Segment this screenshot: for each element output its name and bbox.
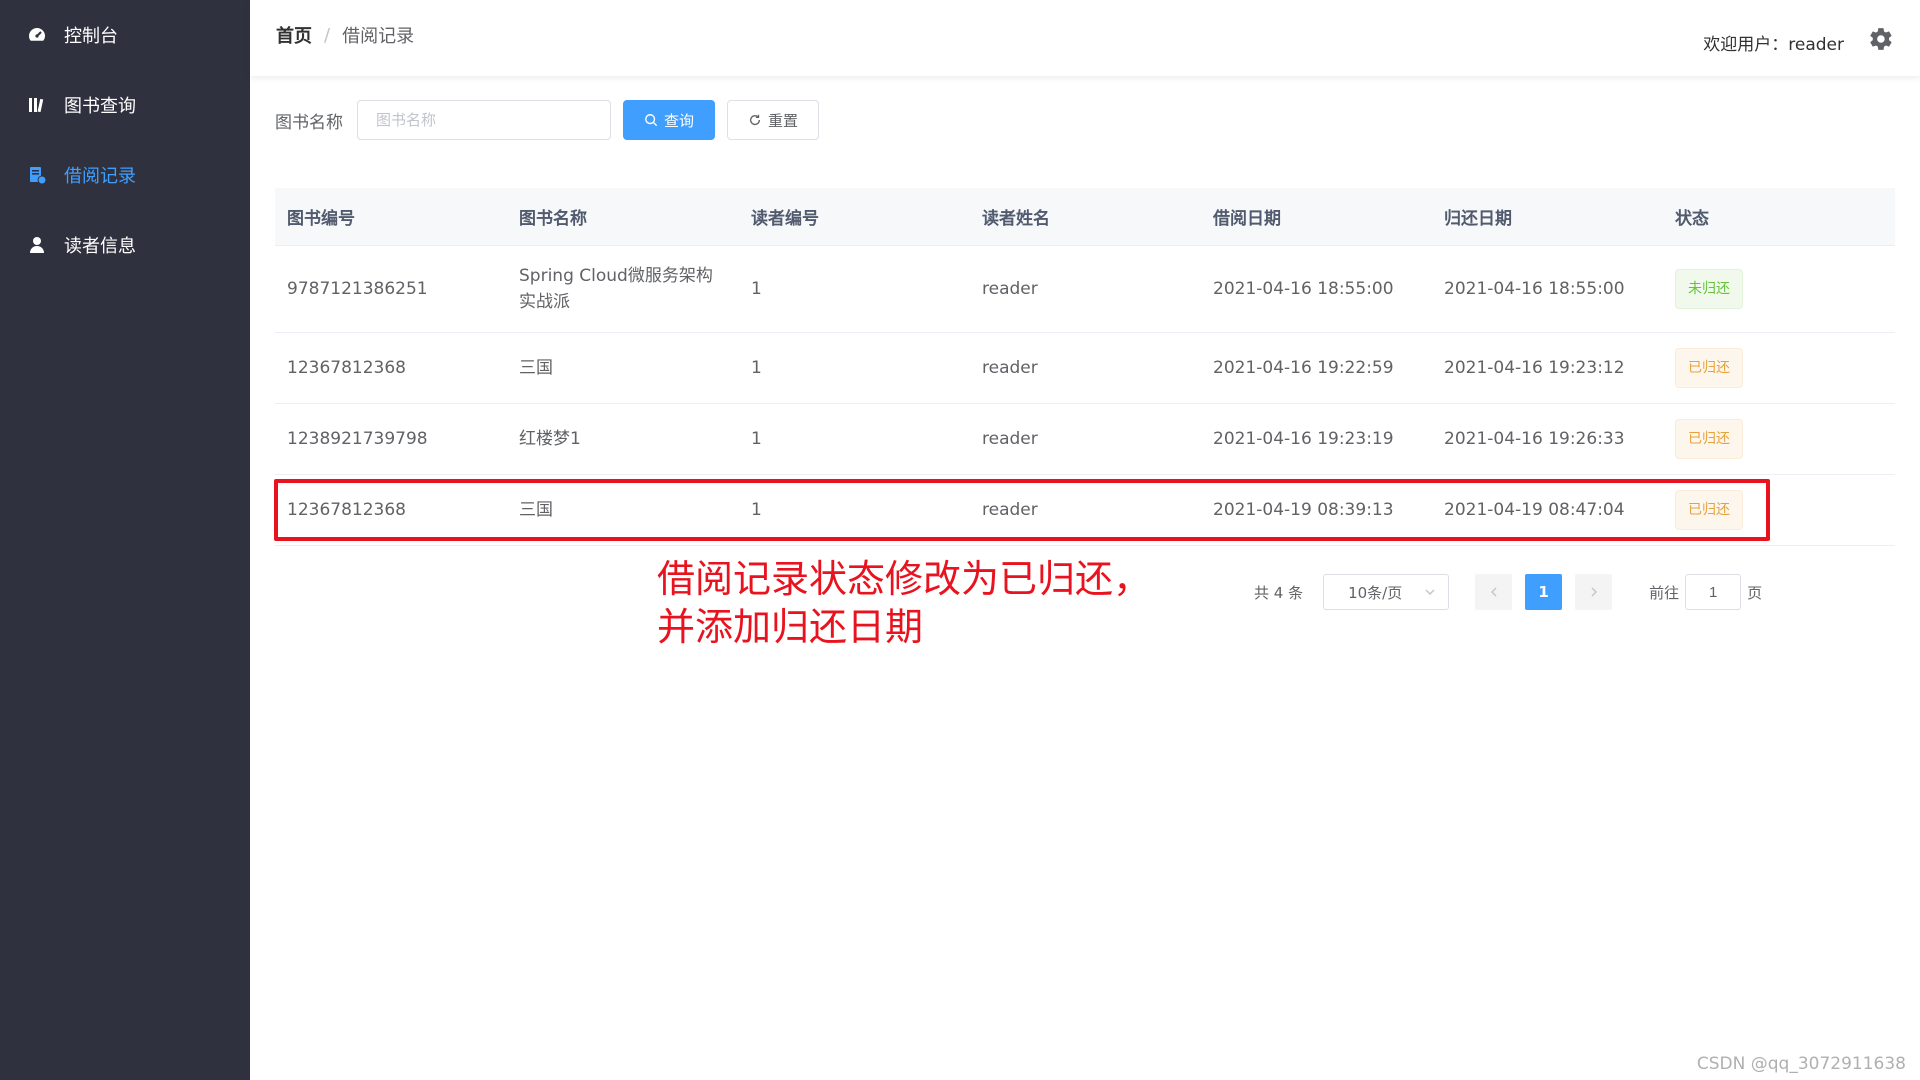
return-date-cell: 2021-04-16 18:55:00 (1444, 279, 1625, 299)
breadcrumb: 首页 / 借阅记录 (276, 22, 414, 48)
query-button-label: 查询 (663, 111, 694, 130)
top-header: 首页 / 借阅记录 欢迎用户：reader (250, 0, 1920, 76)
table-row: 12367812368 三国 1 reader 2021-04-16 19:22… (275, 333, 1895, 404)
total-count: 共 4 条 (1254, 583, 1304, 602)
book-id-cell: 12367812368 (287, 358, 406, 378)
column-header: 图书编号 (287, 209, 355, 229)
sidebar-item-label: 读者信息 (64, 236, 136, 257)
column-header: 读者编号 (751, 209, 819, 229)
sidebar-item-label: 控制台 (64, 26, 118, 47)
reader-id-cell: 1 (751, 358, 762, 378)
borrow-date-cell: 2021-04-16 19:22:59 (1213, 358, 1394, 378)
reset-button[interactable]: 重置 (727, 100, 819, 140)
highlight-box (274, 479, 1770, 541)
watermark: CSDN @qq_3072911638 (1696, 1054, 1906, 1074)
page-jumper: 前往 页 (1649, 574, 1762, 610)
sidebar: 控制台 图书查询 借阅记录 读者信息 (0, 0, 250, 1080)
status-badge: 已归还 (1675, 348, 1743, 388)
sidebar-item-reader-info[interactable]: 读者信息 (0, 210, 250, 280)
borrow-date-cell: 2021-04-16 18:55:00 (1213, 279, 1394, 299)
gear-icon[interactable] (1868, 26, 1894, 52)
search-label: 图书名称 (275, 112, 343, 133)
table-header: 图书编号 图书名称 读者编号 读者姓名 借阅日期 归还日期 状态 (275, 188, 1895, 246)
refresh-icon (749, 114, 761, 126)
column-header: 状态 (1675, 209, 1709, 229)
sidebar-item-dashboard[interactable]: 控制台 (0, 0, 250, 70)
status-cell: 已归还 (1663, 348, 1895, 388)
book-name-input[interactable] (357, 100, 611, 140)
goto-suffix: 页 (1747, 583, 1763, 602)
borrow-date-cell: 2021-04-16 19:23:19 (1213, 429, 1394, 449)
column-header: 借阅日期 (1213, 209, 1281, 229)
annotation-line: 并添加归还日期 (657, 605, 924, 649)
welcome-text: 欢迎用户：reader (1703, 35, 1844, 55)
prev-page-button[interactable] (1475, 574, 1513, 610)
chevron-right-icon (1591, 587, 1597, 597)
pagination: 共 4 条 10条/页 1 前往 页 (1254, 574, 1762, 610)
goto-prefix: 前往 (1649, 583, 1680, 602)
column-header: 读者姓名 (982, 209, 1050, 229)
reader-id-cell: 1 (751, 279, 762, 299)
book-name-cell: 三国 (519, 358, 553, 378)
reader-name-cell: reader (982, 429, 1038, 449)
next-page-button[interactable] (1575, 574, 1613, 610)
breadcrumb-current: 借阅记录 (342, 26, 415, 47)
sidebar-item-borrow-records[interactable]: 借阅记录 (0, 140, 250, 210)
annotation-text: 借阅记录状态修改为已归还， 并添加归还日期 (657, 555, 1151, 651)
books-icon (26, 94, 48, 116)
goto-page-input[interactable] (1685, 574, 1742, 610)
return-date-cell: 2021-04-16 19:26:33 (1444, 429, 1625, 449)
book-name-cell: 红楼梦1 (519, 429, 581, 449)
breadcrumb-home[interactable]: 首页 (276, 22, 312, 48)
status-badge: 未归还 (1675, 269, 1743, 309)
status-cell: 未归还 (1663, 269, 1895, 309)
book-id-cell: 9787121386251 (287, 279, 428, 299)
reader-name-cell: reader (982, 279, 1038, 299)
sidebar-item-label: 图书查询 (64, 96, 136, 117)
query-button[interactable]: 查询 (623, 100, 715, 140)
page-number[interactable]: 1 (1525, 574, 1563, 610)
sidebar-item-book-search[interactable]: 图书查询 (0, 70, 250, 140)
reader-id-cell: 1 (751, 429, 762, 449)
chevron-down-icon (1425, 589, 1435, 595)
page-size-select[interactable]: 10条/页 (1323, 574, 1450, 610)
status-badge: 已归还 (1675, 419, 1743, 459)
search-bar: 图书名称 查询 重置 (275, 100, 819, 140)
dashboard-icon (26, 24, 48, 46)
borrow-record-icon (26, 164, 48, 186)
table-row: 9787121386251 Spring Cloud微服务架构实战派 1 rea… (275, 246, 1895, 333)
annotation-line: 借阅记录状态修改为已归还， (657, 557, 1152, 601)
column-header: 图书名称 (519, 209, 587, 229)
return-date-cell: 2021-04-16 19:23:12 (1444, 358, 1625, 378)
status-cell: 已归还 (1663, 419, 1895, 459)
reset-button-label: 重置 (767, 111, 798, 130)
table-row: 1238921739798 红楼梦1 1 reader 2021-04-16 1… (275, 404, 1895, 475)
sidebar-item-label: 借阅记录 (64, 166, 136, 187)
breadcrumb-separator: / (324, 24, 331, 46)
search-icon (645, 114, 658, 127)
page-size-value: 10条/页 (1348, 583, 1403, 602)
user-icon (26, 234, 48, 256)
column-header: 归还日期 (1444, 209, 1512, 229)
book-name-cell: Spring Cloud微服务架构实战派 (519, 266, 713, 312)
book-id-cell: 1238921739798 (287, 429, 428, 449)
reader-name-cell: reader (982, 358, 1038, 378)
chevron-left-icon (1490, 587, 1497, 597)
